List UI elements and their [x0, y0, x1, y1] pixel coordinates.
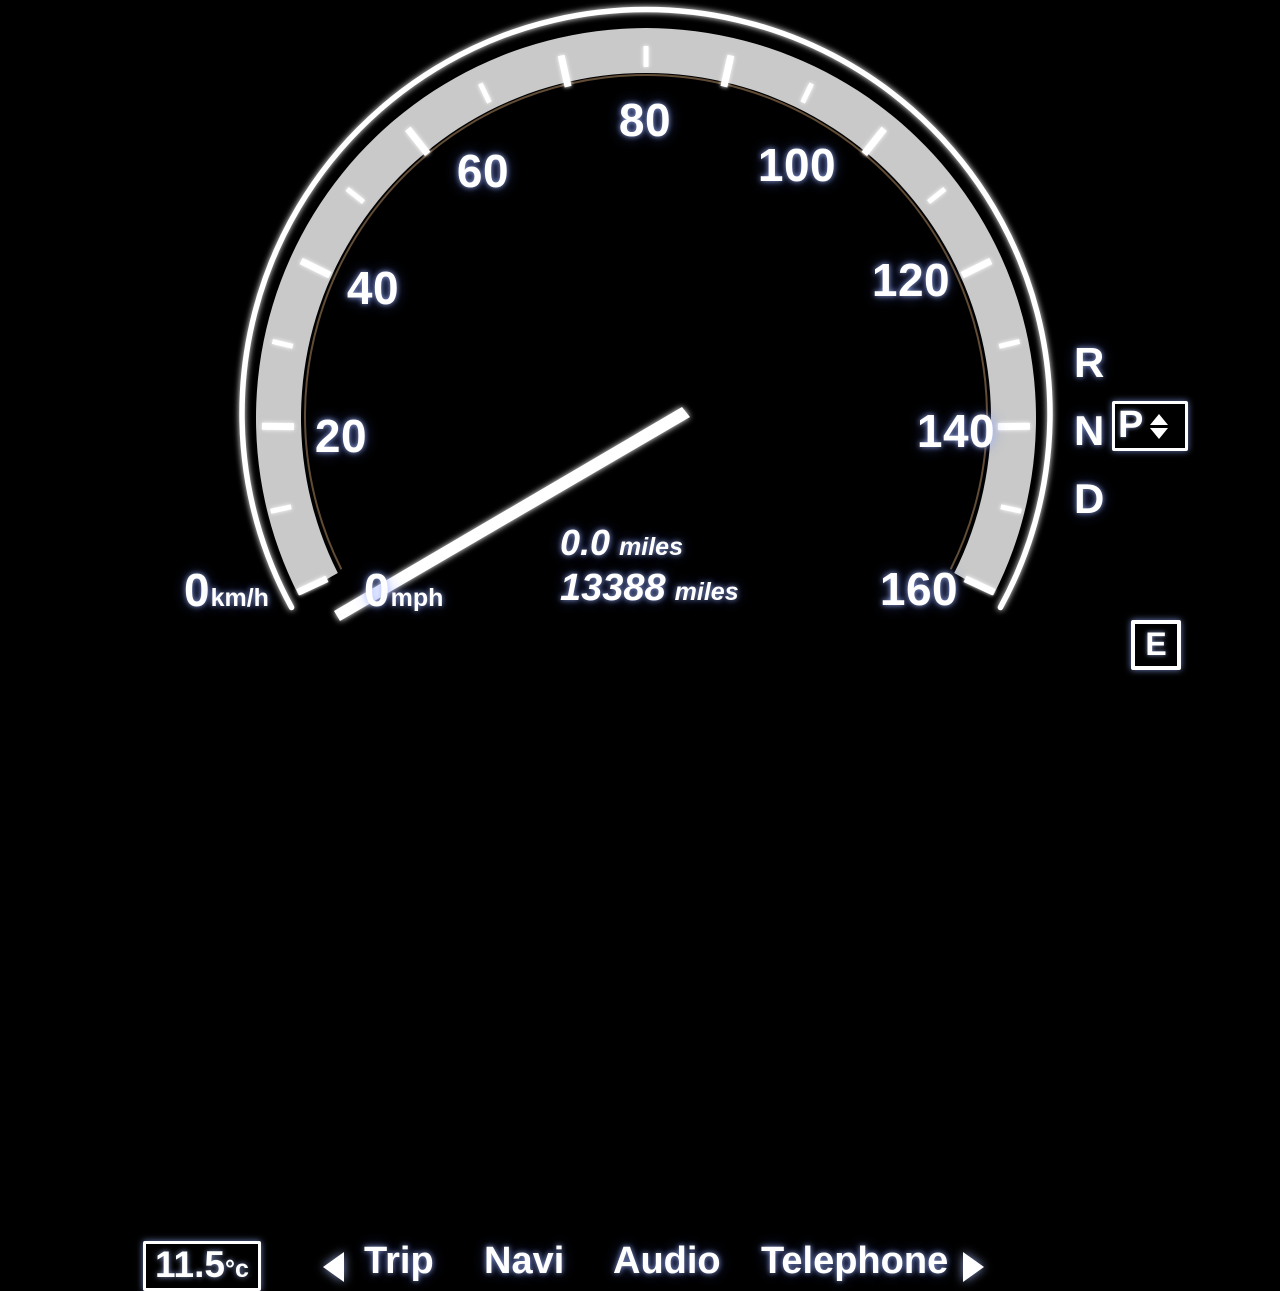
speed-mph-unit: mph	[391, 584, 444, 612]
fuel-empty-indicator: E	[1131, 620, 1181, 670]
scale-label-60: 60	[457, 148, 509, 194]
menu-item-navi[interactable]: Navi	[484, 1242, 564, 1280]
menu-item-telephone[interactable]: Telephone	[761, 1242, 948, 1280]
fuel-empty-label: E	[1145, 628, 1166, 660]
temperature-unit: °c	[225, 1255, 249, 1283]
scale-label-20: 20	[315, 413, 367, 459]
triangle-down-icon	[1150, 428, 1168, 439]
menu-next-arrow-icon[interactable]	[963, 1252, 984, 1282]
gear-selected-letter: P	[1118, 406, 1143, 444]
trip-meter-row: 0.0 miles	[560, 525, 739, 561]
trip-meter-value: 0.0	[560, 522, 610, 563]
odometer-unit: miles	[675, 578, 739, 606]
gear-position-r: R	[1074, 342, 1104, 384]
gear-position-n: N	[1074, 410, 1104, 452]
gear-selected-indicator: P	[1112, 401, 1188, 451]
instrument-cluster: 20 40 60 80 100 120 140 160 0km/h 0mph 0…	[0, 0, 1280, 719]
triangle-up-icon	[1150, 414, 1168, 425]
gear-position-d: D	[1074, 478, 1104, 520]
odometer-value: 13388	[560, 567, 666, 609]
gear-selector-panel: R N D P	[1060, 330, 1240, 530]
menu-item-audio[interactable]: Audio	[613, 1242, 721, 1280]
trip-odometer-block: 0.0 miles 13388 miles	[560, 525, 739, 615]
menu-prev-arrow-icon[interactable]	[323, 1252, 344, 1282]
scale-label-40: 40	[347, 265, 399, 311]
scale-label-100: 100	[758, 142, 836, 188]
scale-label-120: 120	[872, 257, 950, 303]
bottom-menu-bar: 11.5°c Trip Navi Audio Telephone	[0, 618, 1280, 682]
speed-kmh-readout: 0km/h	[184, 567, 269, 613]
odometer-row: 13388 miles	[560, 569, 739, 607]
speed-kmh-unit: km/h	[211, 584, 269, 612]
outside-temperature-display: 11.5°c	[143, 1241, 261, 1291]
speed-mph-readout: 0mph	[364, 567, 443, 613]
trip-meter-unit: miles	[619, 533, 683, 561]
gear-shift-arrows	[1150, 414, 1168, 439]
speed-kmh-value: 0	[184, 564, 210, 616]
scale-label-80: 80	[619, 97, 671, 143]
scale-label-140: 140	[917, 408, 995, 454]
temperature-value: 11.5	[155, 1244, 225, 1285]
menu-item-trip[interactable]: Trip	[364, 1242, 434, 1280]
speed-mph-value: 0	[364, 564, 390, 616]
scale-label-160: 160	[880, 566, 958, 612]
